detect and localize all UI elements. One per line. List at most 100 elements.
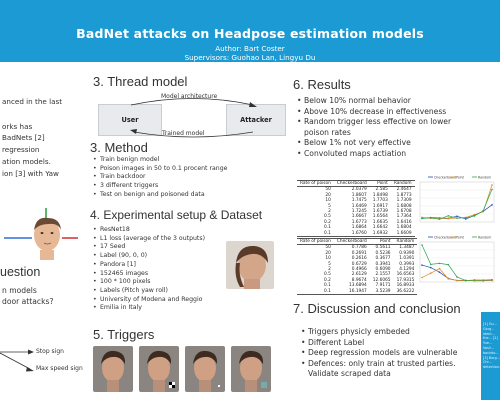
table-cell: 1.6609: [390, 230, 415, 238]
experimental-item: Label (90, 0, 0): [93, 252, 205, 261]
data-point: [421, 217, 423, 220]
method-item: Test on benign and poisoned data: [93, 191, 227, 200]
table-header: Checkerboard: [333, 179, 370, 188]
data-point: [491, 188, 493, 191]
results-table-benign: Rate of poison Checkerboard Point Random…: [297, 179, 415, 238]
poster-banner: BadNet attacks on Headpose estimation mo…: [0, 0, 500, 62]
data-point: [456, 276, 458, 278]
data-point: [421, 264, 423, 266]
data-point: [456, 215, 458, 218]
experimental-item: 17 Seed: [93, 243, 205, 252]
trained-model-label: Trained model: [162, 130, 205, 137]
arrow-label-speed: Max speed sign: [36, 365, 83, 372]
trigger-image: [139, 346, 179, 392]
results-heading: 6. Results: [293, 77, 351, 92]
intro-line: regression: [2, 145, 40, 154]
data-point: [429, 266, 432, 269]
table-cell: 3.5239: [369, 288, 394, 296]
method-heading: 3. Method: [90, 140, 148, 155]
trigger-image: [185, 346, 225, 392]
arrow-icon: [249, 102, 257, 107]
data-point: [491, 204, 493, 206]
question-arrows: [0, 349, 34, 372]
trigger-image: [231, 346, 271, 392]
data-point: [491, 278, 493, 281]
intro-line: ation models.: [2, 157, 51, 166]
question-line: door attacks?: [2, 297, 54, 306]
data-point: [447, 214, 450, 217]
results-item: poison rates: [304, 127, 351, 137]
experimental-item: Pandora [1]: [93, 261, 205, 270]
data-point: [429, 272, 432, 275]
table-cell: 0.1: [297, 230, 334, 238]
face-photo-icon: [235, 245, 268, 289]
method-item: 3 different triggers: [93, 182, 227, 191]
data-point: [491, 184, 493, 186]
data-point: [464, 279, 467, 282]
discussion-list: Triggers physicly embeded Different Labe…: [300, 327, 457, 380]
data-point: [482, 279, 485, 281]
experimental-item: L1 loss (average of the 3 outputs): [93, 235, 205, 244]
headpose-illustration: [4, 208, 78, 260]
references-panel: [1] Gu... Garg... ident... the... [2] Yu…: [481, 312, 500, 400]
legend-label: Point: [456, 235, 465, 239]
discussion-item: Validate scraped data: [308, 369, 391, 379]
data-point: [456, 217, 458, 219]
data-point: [464, 216, 467, 219]
method-item: Poison images in 50 to 0.1 procent range: [93, 165, 227, 174]
table-cell: 1.7703: [372, 198, 388, 204]
table-header: Rate of poison: [297, 237, 334, 246]
references-text: [1] Gu... Garg... ident... the... [2] Yu…: [483, 322, 500, 370]
series-line: [421, 264, 493, 282]
table-header: Checkerboard: [333, 237, 370, 246]
question-line: n models: [2, 286, 37, 295]
results-item: Convoluted maps actiation: [297, 149, 451, 160]
experimental-item: 100 * 100 pixels: [93, 278, 205, 287]
trigger-image: [93, 346, 133, 392]
table-cell: 36.6222: [393, 288, 418, 296]
experimental-item: Emilia in Italy: [93, 304, 205, 313]
arrow-right-icon: [28, 349, 34, 355]
legend-label: Random: [478, 235, 491, 239]
experimental-list: ResNet18 L1 loss (average of the 3 outpu…: [92, 226, 205, 313]
method-item: Train benign model: [93, 156, 227, 165]
data-point: [421, 244, 423, 246]
data-point: [473, 213, 476, 216]
data-point: [447, 278, 450, 280]
series-line: [421, 189, 493, 220]
legend-label: Point: [456, 175, 465, 179]
data-point: [438, 262, 441, 265]
data-point: [447, 217, 450, 220]
table-header: Rate of poison: [297, 179, 334, 188]
data-point: [482, 209, 485, 212]
question-heading: uestion: [0, 265, 41, 279]
poster-author: Author: Bart Coster: [215, 44, 285, 53]
experimental-item: ResNet18: [93, 226, 205, 235]
results-item: Below 1% not very effective: [297, 138, 451, 149]
data-point: [438, 267, 441, 270]
experimental-item: University of Modena and Reggio: [93, 296, 205, 305]
data-point: [438, 271, 441, 273]
results-item: Random trigger less effective on lower: [297, 117, 451, 128]
results-chart-poisoned: Checkerboard Point Random: [419, 235, 495, 283]
chart-frame: [419, 241, 495, 283]
series-line: [421, 244, 493, 281]
data-point: [473, 279, 476, 281]
arrow-label-stop: Stop sign: [36, 348, 64, 355]
triggers-heading: 5. Triggers: [93, 327, 155, 342]
thread-model-heading: 3. Thread model: [93, 74, 188, 89]
table-header: Random: [390, 179, 415, 188]
discussion-item: Triggers physicly embeded: [301, 327, 457, 338]
intro-line: BadNets [2]: [2, 133, 45, 142]
results-chart-benign: Checkerboard Point Random: [419, 175, 495, 223]
data-point: [438, 218, 441, 221]
data-point: [429, 217, 432, 219]
discussion-heading: 7. Discussion and conclusion: [293, 301, 461, 316]
dataset-sample-image: [226, 241, 274, 289]
data-point: [421, 276, 423, 279]
experimental-heading: 4. Experimental setup & Dataset: [90, 208, 263, 222]
model-architecture-label: Model architecture: [161, 93, 218, 100]
table-row: 0.1 16.1947 3.5239 36.6222: [297, 288, 418, 296]
data-point: [429, 263, 432, 266]
method-list: Train benign model Poison images in 50 t…: [92, 156, 227, 200]
